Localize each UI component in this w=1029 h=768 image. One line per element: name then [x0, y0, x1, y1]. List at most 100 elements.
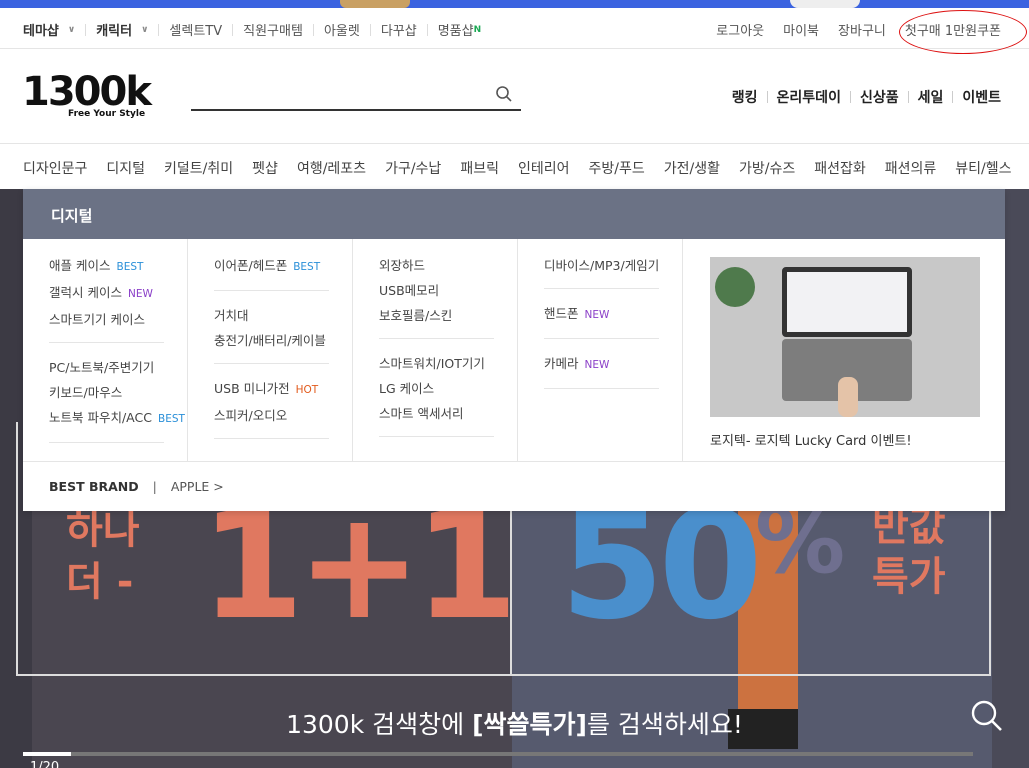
dropdown-item[interactable]: 키보드/마우스 [49, 380, 164, 405]
slide-pager: 1/20 [30, 760, 60, 768]
category-item[interactable]: 인테리어 [518, 158, 570, 178]
header-nav-item[interactable]: 이벤트 [962, 87, 1001, 107]
dropdown-item[interactable]: 스마트 액세서리 [379, 401, 494, 426]
dropdown-item[interactable]: 스마트기기 케이스 [49, 307, 164, 332]
divider [85, 23, 87, 36]
dropdown-item-label: 스피커/오디오 [214, 408, 288, 423]
dropdown-group: 거치대충전기/배터리/케이블 [214, 303, 329, 364]
dropdown-item[interactable]: LG 케이스 [379, 376, 494, 401]
divider [232, 23, 234, 36]
account-link[interactable]: 장바구니 [838, 20, 886, 39]
category-item[interactable]: 키덜트/취미 [164, 158, 233, 178]
dropdown-item[interactable]: 외장하드 [379, 253, 494, 278]
dropdown-item[interactable]: USB 미니가전 HOT [214, 376, 329, 403]
dropdown-item[interactable]: 스마트워치/IOT기기 [379, 351, 494, 376]
dropdown-item-label: 갤럭시 케이스 [49, 285, 122, 300]
dropdown-item-label: 외장하드 [379, 258, 426, 273]
header-nav: 랭킹 온리투데이 신상품 세일 이벤트 [732, 87, 1001, 107]
search-input[interactable] [191, 81, 521, 111]
top-link-label: 캐릭터 [96, 24, 133, 39]
dropdown-item[interactable]: PC/노트북/주변기기 [49, 355, 164, 380]
header-nav-item[interactable]: 온리투데이 [777, 87, 841, 107]
promo-banner[interactable]: 로지텍- 로지텍 Lucky Card 이벤트! [684, 239, 1005, 461]
header: 1300k Free Your Style 랭킹 온리투데이 신상품 세일 이벤트 [0, 49, 1029, 144]
divider [426, 23, 428, 36]
dropdown-item[interactable]: 디바이스/MP3/게임기 [544, 253, 659, 278]
category-item[interactable]: 주방/푸드 [588, 158, 644, 178]
divider [907, 91, 909, 103]
hero-divider [510, 509, 512, 676]
dropdown-group: 스마트워치/IOT기기 LG 케이스스마트 액세서리 [379, 351, 494, 437]
account-link[interactable]: 마이북 [783, 20, 819, 39]
top-link[interactable]: 직원구매템 [243, 20, 303, 39]
dropdown-item[interactable]: 충전기/배터리/케이블 [214, 328, 329, 353]
dropdown-item[interactable]: USB메모리 [379, 278, 494, 303]
dropdown-item-label: PC/노트북/주변기기 [49, 360, 155, 375]
dropdown-item[interactable]: 핸드폰 NEW [544, 301, 659, 328]
divider [849, 91, 851, 103]
dropdown-item[interactable]: 이어폰/헤드폰 BEST [214, 253, 329, 280]
category-item[interactable]: 여행/레포츠 [297, 158, 366, 178]
dropdown-item[interactable]: 스피커/오디오 [214, 403, 329, 428]
dropdown-item[interactable]: 애플 케이스 BEST [49, 253, 164, 280]
item-badge: BEST [293, 261, 321, 273]
dropdown-item-label: 키보드/마우스 [49, 385, 123, 400]
dropdown-item[interactable]: 카메라 NEW [544, 351, 659, 378]
dropdown-item[interactable]: 노트북 파우치/ACC BEST [49, 405, 185, 432]
dropdown-item-label: LG 케이스 [379, 381, 435, 396]
category-item[interactable]: 펫샵 [252, 158, 278, 178]
category-item[interactable]: 가구/수납 [385, 158, 441, 178]
category-item[interactable]: 패션의류 [885, 158, 937, 178]
banner-image [340, 0, 410, 8]
search-icon[interactable] [495, 85, 513, 107]
category-item[interactable]: 뷰티/헬스 [955, 158, 1011, 178]
divider [766, 91, 768, 103]
top-link[interactable]: 명품샵 N [438, 20, 481, 39]
search-icon[interactable] [970, 699, 1004, 737]
account-link[interactable]: 로그아웃 [716, 20, 764, 39]
header-nav-item[interactable]: 신상품 [860, 87, 899, 107]
header-nav-item[interactable]: 세일 [918, 87, 944, 107]
top-link-label: 셀렉트TV [169, 24, 223, 39]
dropdown-item[interactable]: 거치대 [214, 303, 329, 328]
category-item[interactable]: 패션잡화 [814, 158, 866, 178]
logo-tagline: Free Your Style [68, 109, 146, 119]
hero-caption-post: 를 검색하세요! [586, 710, 743, 739]
category-item[interactable]: 디자인문구 [23, 158, 87, 178]
promo-image-part [838, 377, 858, 417]
top-link[interactable]: 다꾸샵 [381, 20, 417, 39]
logo[interactable]: 1300k Free Your Style [22, 69, 152, 119]
category-item[interactable]: 가전/생활 [664, 158, 720, 178]
top-banner[interactable] [0, 0, 1029, 8]
chevron-down-icon[interactable]: ∨ [68, 25, 75, 35]
logo-mark: 1300k [22, 69, 152, 115]
category-item[interactable]: 가방/슈즈 [739, 158, 795, 178]
promo-image-part [782, 267, 912, 337]
item-badge: NEW [127, 288, 153, 300]
dropdown-item-label: 디바이스/MP3/게임기 [544, 258, 660, 273]
top-link[interactable]: 아울렛 [324, 20, 360, 39]
dropdown-item-label: 충전기/배터리/케이블 [214, 333, 326, 348]
utility-bar: 테마샵 ∨ 캐릭터 ∨ 셀렉트TV 직원구매템 아울렛 다꾸샵 명품샵 N 로그아웃 마이북 장바구니… [0, 8, 1029, 49]
slide-progress-fill [23, 752, 71, 756]
category-bar: 디자인문구 디지털 키덜트/취미 펫샵 여행/레포츠 가구/수납 패브릭 인테리어 주방/푸드 가… [0, 144, 1029, 189]
top-link[interactable]: 캐릭터 ∨ [96, 20, 148, 39]
red-annotation-circle [899, 10, 1027, 54]
chevron-down-icon[interactable]: ∨ [141, 25, 148, 35]
promo-image[interactable] [710, 257, 980, 417]
dropdown-group: 디바이스/MP3/게임기 [544, 253, 659, 289]
dropdown-item[interactable]: 갤럭시 케이스 NEW [49, 280, 164, 307]
category-item[interactable]: 패브릭 [460, 158, 499, 178]
dropdown-title: 디지털 [23, 189, 1005, 239]
promo-caption[interactable]: 로지텍- 로지텍 Lucky Card 이벤트! [710, 430, 1005, 449]
header-nav-item[interactable]: 랭킹 [732, 87, 758, 107]
dropdown-item-label: 스마트 액세서리 [379, 406, 464, 421]
category-item[interactable]: 디지털 [106, 158, 145, 178]
top-link[interactable]: 셀렉트TV [169, 20, 222, 39]
divider: | [152, 479, 157, 494]
dropdown-column: 애플 케이스 BEST 갤럭시 케이스 NEW 스마트기기 케이스 PC/노트북/주변기기… [23, 239, 188, 461]
best-brand-link[interactable]: APPLE > [171, 479, 224, 494]
top-link[interactable]: 테마샵 ∨ [23, 20, 75, 39]
hero-caption-keyword: [싹쓸특가] [472, 710, 587, 739]
dropdown-item[interactable]: 보호필름/스킨 [379, 303, 494, 328]
